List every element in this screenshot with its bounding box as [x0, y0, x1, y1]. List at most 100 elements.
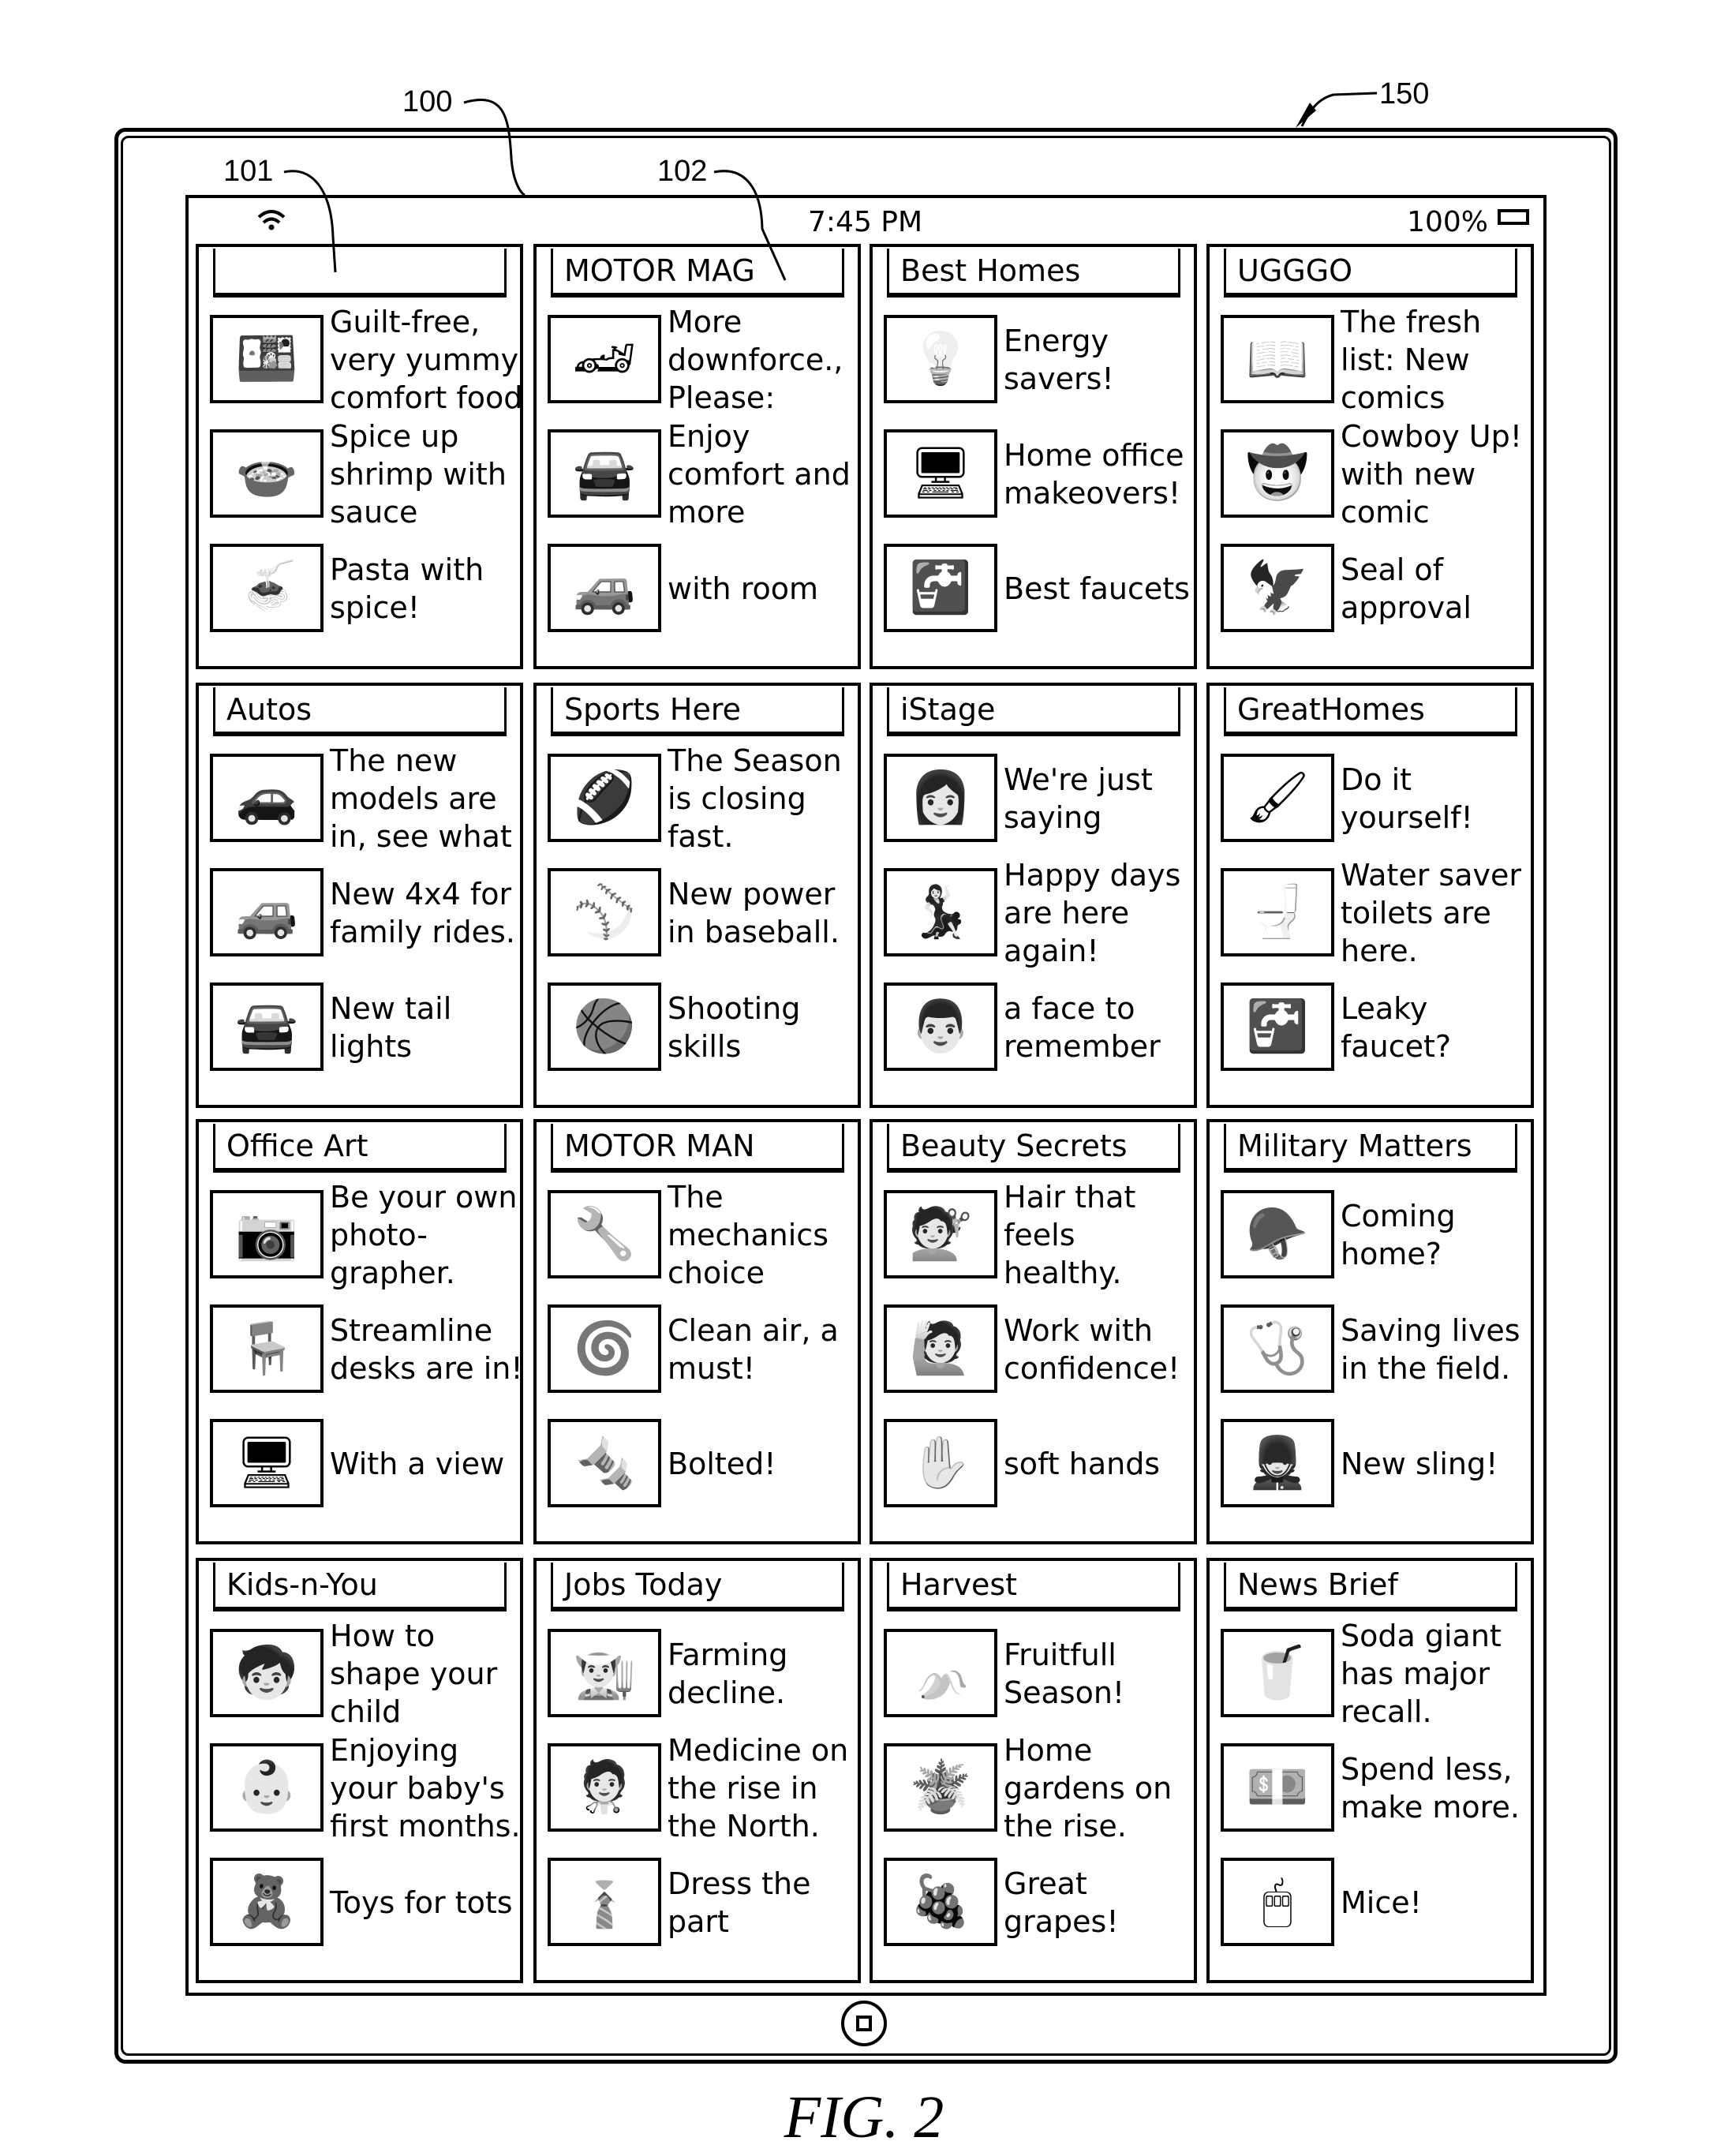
article-item[interactable]: 💇 Hair that feels healthy.: [884, 1180, 1193, 1290]
light-bulb-icon[interactable]: 💡: [884, 315, 997, 403]
article-item[interactable]: ✋ soft hands: [884, 1413, 1193, 1515]
article-headline[interactable]: Guilt-free, very yummy comfort food: [330, 305, 523, 415]
publication-title[interactable]: Sports Here: [551, 687, 844, 736]
article-headline[interactable]: Water saver toilets are here.: [1341, 858, 1534, 968]
article-item[interactable]: 🧑‍⚕️ Medicine on the rise in the North.: [548, 1733, 857, 1843]
article-headline[interactable]: New tail lights: [330, 976, 523, 1079]
article-item[interactable]: 🪑 Streamline desks are in!: [210, 1298, 523, 1401]
article-item[interactable]: 📖 The fresh list: New comics: [1221, 305, 1530, 415]
publication-panel[interactable]: Harvest 🍌 Fruitfull Season! 🪴 Home gardens o…: [870, 1558, 1197, 1983]
article-headline[interactable]: Work with confidence!: [1004, 1298, 1197, 1401]
article-headline[interactable]: The Season is closing fast.: [668, 743, 861, 854]
article-headline[interactable]: Clean air, a must!: [668, 1298, 861, 1401]
article-headline[interactable]: Shooting skills: [668, 976, 861, 1079]
article-item[interactable]: 📷 Be your own photo-grapher.: [210, 1180, 519, 1290]
publication-panel[interactable]: GreatHomes 🖌 Do it yourself! 🚽 Water saver t…: [1206, 683, 1534, 1108]
article-item[interactable]: 🖥 With a view: [210, 1413, 519, 1515]
article-item[interactable]: 🚙 with room: [548, 537, 857, 640]
article-item[interactable]: 🏎 More downforce., Please:: [548, 305, 857, 415]
desk-icon[interactable]: 🪑: [210, 1304, 324, 1393]
football-player-icon[interactable]: 🏈: [548, 754, 661, 842]
publication-panel[interactable]: iStage 👩 We're just saying 💃 Happy days are …: [870, 683, 1197, 1108]
article-headline[interactable]: Seal of approval: [1341, 537, 1534, 640]
monitor-icon[interactable]: 🖥: [210, 1419, 324, 1507]
publication-title[interactable]: MOTOR MAG: [551, 249, 844, 298]
article-item[interactable]: 🪖 Coming home?: [1221, 1184, 1530, 1286]
air-filter-icon[interactable]: 🌀: [548, 1304, 661, 1393]
article-headline[interactable]: Happy days are here again!: [1004, 858, 1197, 968]
article-headline[interactable]: Spice up shrimp with sauce: [330, 419, 523, 530]
article-item[interactable]: 👨‍🌾 Farming decline.: [548, 1623, 857, 1725]
shrimp-bowl-icon[interactable]: 🍲: [210, 429, 324, 518]
article-headline[interactable]: The fresh list: New comics: [1341, 305, 1534, 415]
publication-panel[interactable]: Jobs Today 👨‍🌾 Farming decline. 🧑‍⚕️ Medicin…: [533, 1558, 861, 1983]
camera-icon[interactable]: 📷: [210, 1190, 324, 1278]
publication-panel[interactable]: Kids-n-You 🧒 How to shape your child 👶 Enjoy…: [196, 1558, 523, 1983]
publication-title[interactable]: Kids-n-You: [213, 1563, 507, 1611]
publication-panel[interactable]: Autos 🚗 The new models are in, see what 🚙 Ne…: [196, 683, 523, 1108]
paint-brush-icon[interactable]: 🖌: [1221, 754, 1334, 842]
4x4-icon[interactable]: 🚙: [210, 868, 324, 956]
article-headline[interactable]: Mice!: [1341, 1851, 1534, 1954]
article-headline[interactable]: How to shape your child: [330, 1619, 523, 1729]
article-headline[interactable]: Hair that feels healthy.: [1004, 1180, 1197, 1290]
article-item[interactable]: 🚘 New tail lights: [210, 976, 519, 1079]
article-item[interactable]: 👨 a face to remember: [884, 976, 1193, 1079]
article-item[interactable]: 🖥 Home office makeovers!: [884, 423, 1193, 526]
article-item[interactable]: 👶 Enjoying your baby's first months.: [210, 1733, 521, 1843]
mechanic-icon[interactable]: 🔧: [548, 1190, 661, 1278]
open-book-icon[interactable]: 📖: [1221, 315, 1334, 403]
soldier-icon[interactable]: 💂: [1221, 1419, 1334, 1507]
article-item[interactable]: 🚘 Enjoy comfort and more: [548, 419, 857, 530]
woman-portrait-icon[interactable]: 👩: [884, 754, 997, 842]
article-headline[interactable]: With a view: [330, 1413, 523, 1515]
publication-panel[interactable]: Sports Here 🏈 The Season is closing fast. ⚾…: [533, 683, 861, 1108]
publication-title[interactable]: Harvest: [887, 1563, 1180, 1611]
article-item[interactable]: 🪴 Home gardens on the rise.: [884, 1733, 1193, 1843]
publication-panel[interactable]: 🍱 Guilt-free, very yummy comfort food 🍲 Spi…: [196, 244, 523, 669]
article-item[interactable]: 🌀 Clean air, a must!: [548, 1298, 857, 1401]
doctor-icon[interactable]: 🧑‍⚕️: [548, 1743, 661, 1832]
publication-panel[interactable]: MOTOR MAN 🔧 The mechanics choice 🌀 Clean air…: [533, 1119, 861, 1544]
sports-car-icon[interactable]: 🏎: [548, 315, 661, 403]
sedan-icon[interactable]: 🚗: [210, 754, 324, 842]
article-headline[interactable]: Saving lives in the field.: [1341, 1298, 1534, 1401]
publication-title[interactable]: Military Matters: [1224, 1124, 1517, 1173]
article-item[interactable]: 🖌 Do it yourself!: [1221, 747, 1530, 850]
teddy-bear-icon[interactable]: 🧸: [210, 1858, 324, 1946]
farmer-icon[interactable]: 👨‍🌾: [548, 1629, 661, 1717]
article-item[interactable]: 💃 Happy days are here again!: [884, 858, 1193, 968]
confident-woman-icon[interactable]: 🙋: [884, 1304, 997, 1393]
soda-bottles-icon[interactable]: 🥤: [1221, 1629, 1334, 1717]
publication-panel[interactable]: MOTOR MAG 🏎 More downforce., Please: 🚘 Enjoy…: [533, 244, 861, 669]
article-headline[interactable]: Energy savers!: [1004, 309, 1197, 411]
article-item[interactable]: 🔧 The mechanics choice: [548, 1180, 857, 1290]
publication-title[interactable]: Best Homes: [887, 249, 1180, 298]
article-item[interactable]: 🦅 Seal of approval: [1221, 537, 1530, 640]
medic-icon[interactable]: 🩺: [1221, 1304, 1334, 1393]
article-headline[interactable]: a face to remember: [1004, 976, 1197, 1079]
article-headline[interactable]: Be your own photo-grapher.: [330, 1180, 523, 1290]
article-headline[interactable]: More downforce., Please:: [668, 305, 861, 415]
article-item[interactable]: 🚰 Best faucets: [884, 537, 1193, 640]
article-item[interactable]: 🧸 Toys for tots: [210, 1851, 519, 1954]
article-headline[interactable]: Enjoy comfort and more: [668, 419, 861, 530]
publication-title[interactable]: Beauty Secrets: [887, 1124, 1180, 1173]
article-item[interactable]: 🚰 Leaky faucet?: [1221, 976, 1530, 1079]
article-headline[interactable]: Home office makeovers!: [1004, 423, 1197, 526]
suv-icon[interactable]: 🚙: [548, 544, 661, 632]
article-headline[interactable]: with room: [668, 537, 861, 640]
shirt-icon[interactable]: 👔: [548, 1858, 661, 1946]
banana-icon[interactable]: 🍌: [884, 1629, 997, 1717]
baby-icon[interactable]: 👶: [210, 1743, 324, 1832]
article-headline[interactable]: Dress the part: [668, 1851, 861, 1954]
child-icon[interactable]: 🧒: [210, 1629, 324, 1717]
article-item[interactable]: 💂 New sling!: [1221, 1413, 1530, 1515]
article-item[interactable]: 🙋 Work with confidence!: [884, 1298, 1193, 1401]
article-headline[interactable]: Home gardens on the rise.: [1004, 1733, 1197, 1843]
home-button-icon[interactable]: [841, 2001, 887, 2046]
article-item[interactable]: 🧒 How to shape your child: [210, 1619, 519, 1729]
eagle-seal-icon[interactable]: 🦅: [1221, 544, 1334, 632]
publication-panel[interactable]: Beauty Secrets 💇 Hair that feels healthy. 🙋…: [870, 1119, 1197, 1544]
article-item[interactable]: 🏈 The Season is closing fast.: [548, 743, 857, 854]
